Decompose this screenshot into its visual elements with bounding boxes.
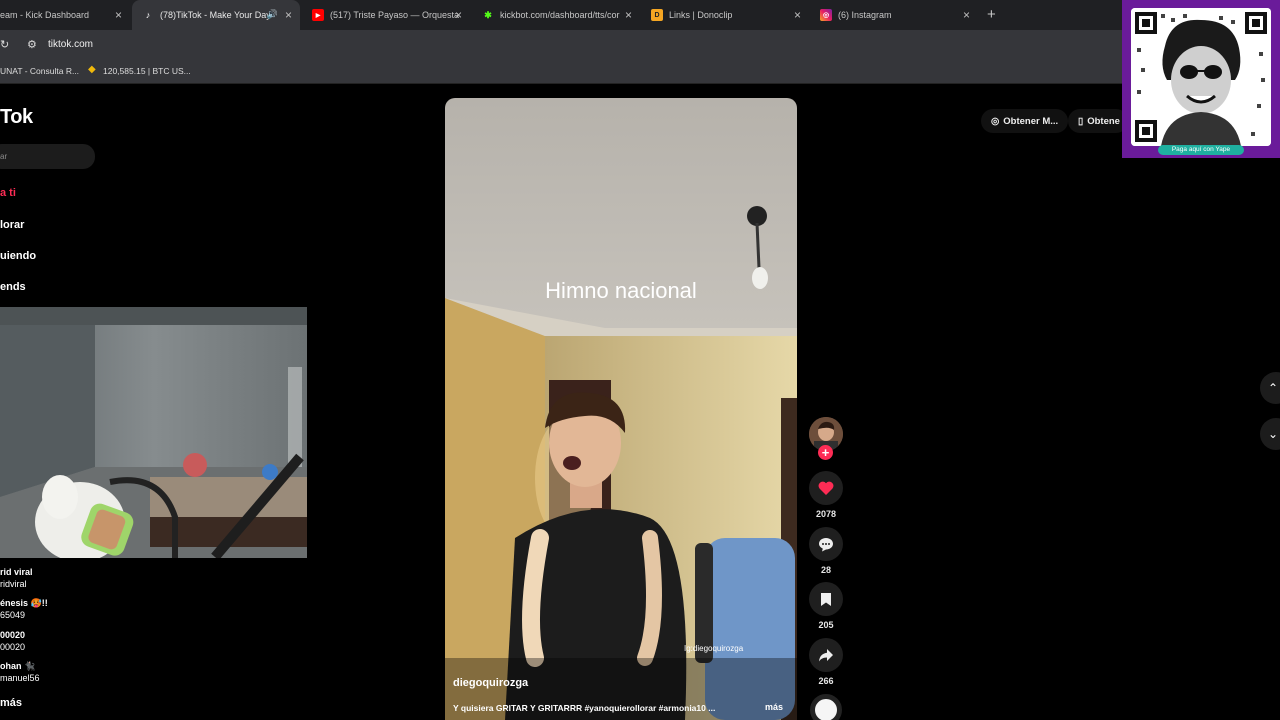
- video-frame: [445, 98, 797, 720]
- video-player[interactable]: Himno nacional Ig:diegoquirozga diegoqui…: [445, 98, 797, 720]
- live-title: 00020: [0, 630, 26, 640]
- address-bar: ↻ ⚙ tiktok.com: [0, 30, 1280, 60]
- phone-icon: ▯: [1078, 115, 1084, 127]
- tab-kickbot[interactable]: ✱ kickbot.com/dashboard/tts/cor ×: [472, 0, 640, 30]
- webcam-overlay: [0, 307, 307, 558]
- nav-explore[interactable]: lorar: [0, 219, 24, 231]
- share-count: 266: [818, 676, 834, 686]
- live-item[interactable]: énesis 🥵!! 65049: [0, 597, 48, 621]
- live-item[interactable]: rid viral ridviral: [0, 566, 33, 590]
- tab-title: (78)TikTok - Make Your Day: [160, 10, 271, 20]
- chevron-down-icon: ⌄: [1268, 427, 1279, 441]
- search-placeholder: ar: [0, 152, 8, 161]
- donation-qr-code: [1131, 8, 1271, 146]
- close-icon[interactable]: ×: [455, 8, 462, 22]
- live-sub: manuel56: [0, 673, 40, 683]
- tab-kick-dashboard[interactable]: eam - Kick Dashboard ×: [0, 0, 130, 30]
- tab-strip: eam - Kick Dashboard × ♪ (78)TikTok - Ma…: [0, 0, 1280, 30]
- close-icon[interactable]: ×: [963, 8, 970, 22]
- bookmarks-bar: UNAT - Consulta R... ◆ 120,585.15 | BTC …: [0, 60, 1280, 84]
- save-button[interactable]: [809, 582, 843, 616]
- close-icon[interactable]: ×: [625, 8, 632, 22]
- bookmark-btc[interactable]: 120,585.15 | BTC US...: [103, 66, 191, 76]
- follow-button[interactable]: +: [818, 445, 833, 460]
- live-item[interactable]: ohan 🐈‍⬛ manuel56: [0, 660, 40, 684]
- url-field[interactable]: tiktok.com: [48, 39, 93, 50]
- app-icon: ◎: [991, 115, 1000, 127]
- live-sub: ridviral: [0, 579, 27, 589]
- donoclip-icon: D: [651, 9, 663, 21]
- video-caption: Himno nacional: [545, 278, 697, 303]
- tiktok-logo[interactable]: Tok: [0, 106, 33, 129]
- get-desktop-button[interactable]: ▯ Obtene: [1068, 109, 1128, 133]
- qr-portrait-image: [1131, 8, 1271, 146]
- comment-button[interactable]: [809, 527, 843, 561]
- tab-title: kickbot.com/dashboard/tts/cor: [500, 10, 620, 20]
- video-author[interactable]: diegoquirozga: [453, 677, 528, 689]
- get-desktop-label: Obtene: [1087, 115, 1120, 127]
- reload-icon[interactable]: ↻: [0, 38, 9, 51]
- get-app-label: Obtener M...: [1003, 115, 1059, 127]
- search-input[interactable]: [0, 144, 95, 169]
- live-title: énesis 🥵!!: [0, 598, 48, 608]
- tab-title: (517) Triste Payaso — Orquesta: [330, 10, 460, 20]
- tab-title: eam - Kick Dashboard: [0, 10, 90, 20]
- close-icon[interactable]: ×: [285, 8, 292, 22]
- see-more-link[interactable]: más: [0, 697, 22, 709]
- new-tab-button[interactable]: +: [987, 6, 996, 23]
- tab-youtube[interactable]: ▶ (517) Triste Payaso — Orquesta ×: [302, 0, 470, 30]
- live-title: rid viral: [0, 567, 33, 577]
- description-more-link[interactable]: más: [765, 702, 783, 712]
- nav-friends[interactable]: ends: [0, 281, 26, 293]
- tab-title: (6) Instagram: [838, 10, 892, 20]
- nav-following[interactable]: uiendo: [0, 250, 36, 262]
- comment-icon: [819, 537, 833, 551]
- close-icon[interactable]: ×: [794, 8, 801, 22]
- video-description: Y quisiera GRITAR Y GRITARRR #yanoquiero…: [453, 703, 716, 713]
- video-watermark: Ig:diegoquirozga: [684, 644, 744, 653]
- save-count: 205: [818, 620, 834, 630]
- tab-tiktok[interactable]: ♪ (78)TikTok - Make Your Day 🔊 ×: [132, 0, 300, 30]
- speaker-icon[interactable]: 🔊: [267, 9, 278, 20]
- like-button[interactable]: [809, 471, 843, 505]
- previous-video-button[interactable]: ⌃: [1260, 372, 1280, 404]
- close-icon[interactable]: ×: [115, 8, 122, 22]
- qr-caption: Paga aquí con Yape: [1158, 145, 1244, 155]
- kickbot-icon: ✱: [484, 9, 492, 20]
- tab-title: Links | Donoclip: [669, 10, 733, 20]
- tab-instagram[interactable]: ◎ (6) Instagram ×: [810, 0, 978, 30]
- chevron-up-icon: ⌃: [1268, 381, 1279, 395]
- live-item[interactable]: 00020 00020: [0, 629, 25, 653]
- youtube-icon: ▶: [312, 9, 324, 21]
- room-image: [0, 307, 307, 558]
- heart-icon: [818, 481, 834, 495]
- tab-donoclip[interactable]: D Links | Donoclip ×: [641, 0, 809, 30]
- live-sub: 00020: [0, 642, 26, 652]
- get-app-button[interactable]: ◎ Obtener M...: [981, 109, 1069, 133]
- nav-for-you[interactable]: a ti: [0, 187, 16, 199]
- share-button[interactable]: [809, 638, 843, 672]
- like-count: 2078: [815, 509, 837, 519]
- bookmark-icon: [821, 592, 831, 606]
- live-title: ohan 🐈‍⬛: [0, 661, 36, 671]
- live-sub: 65049: [0, 610, 26, 620]
- bookmark-unat[interactable]: UNAT - Consulta R...: [0, 66, 79, 76]
- next-video-button[interactable]: ⌄: [1260, 418, 1280, 450]
- comment-count: 28: [820, 565, 831, 575]
- share-icon: [819, 649, 833, 662]
- instagram-icon: ◎: [820, 9, 832, 21]
- tiktok-icon: ♪: [145, 10, 151, 20]
- music-disc-icon[interactable]: [810, 694, 842, 720]
- binance-icon: ◆: [88, 64, 96, 75]
- site-settings-icon[interactable]: ⚙: [27, 38, 37, 51]
